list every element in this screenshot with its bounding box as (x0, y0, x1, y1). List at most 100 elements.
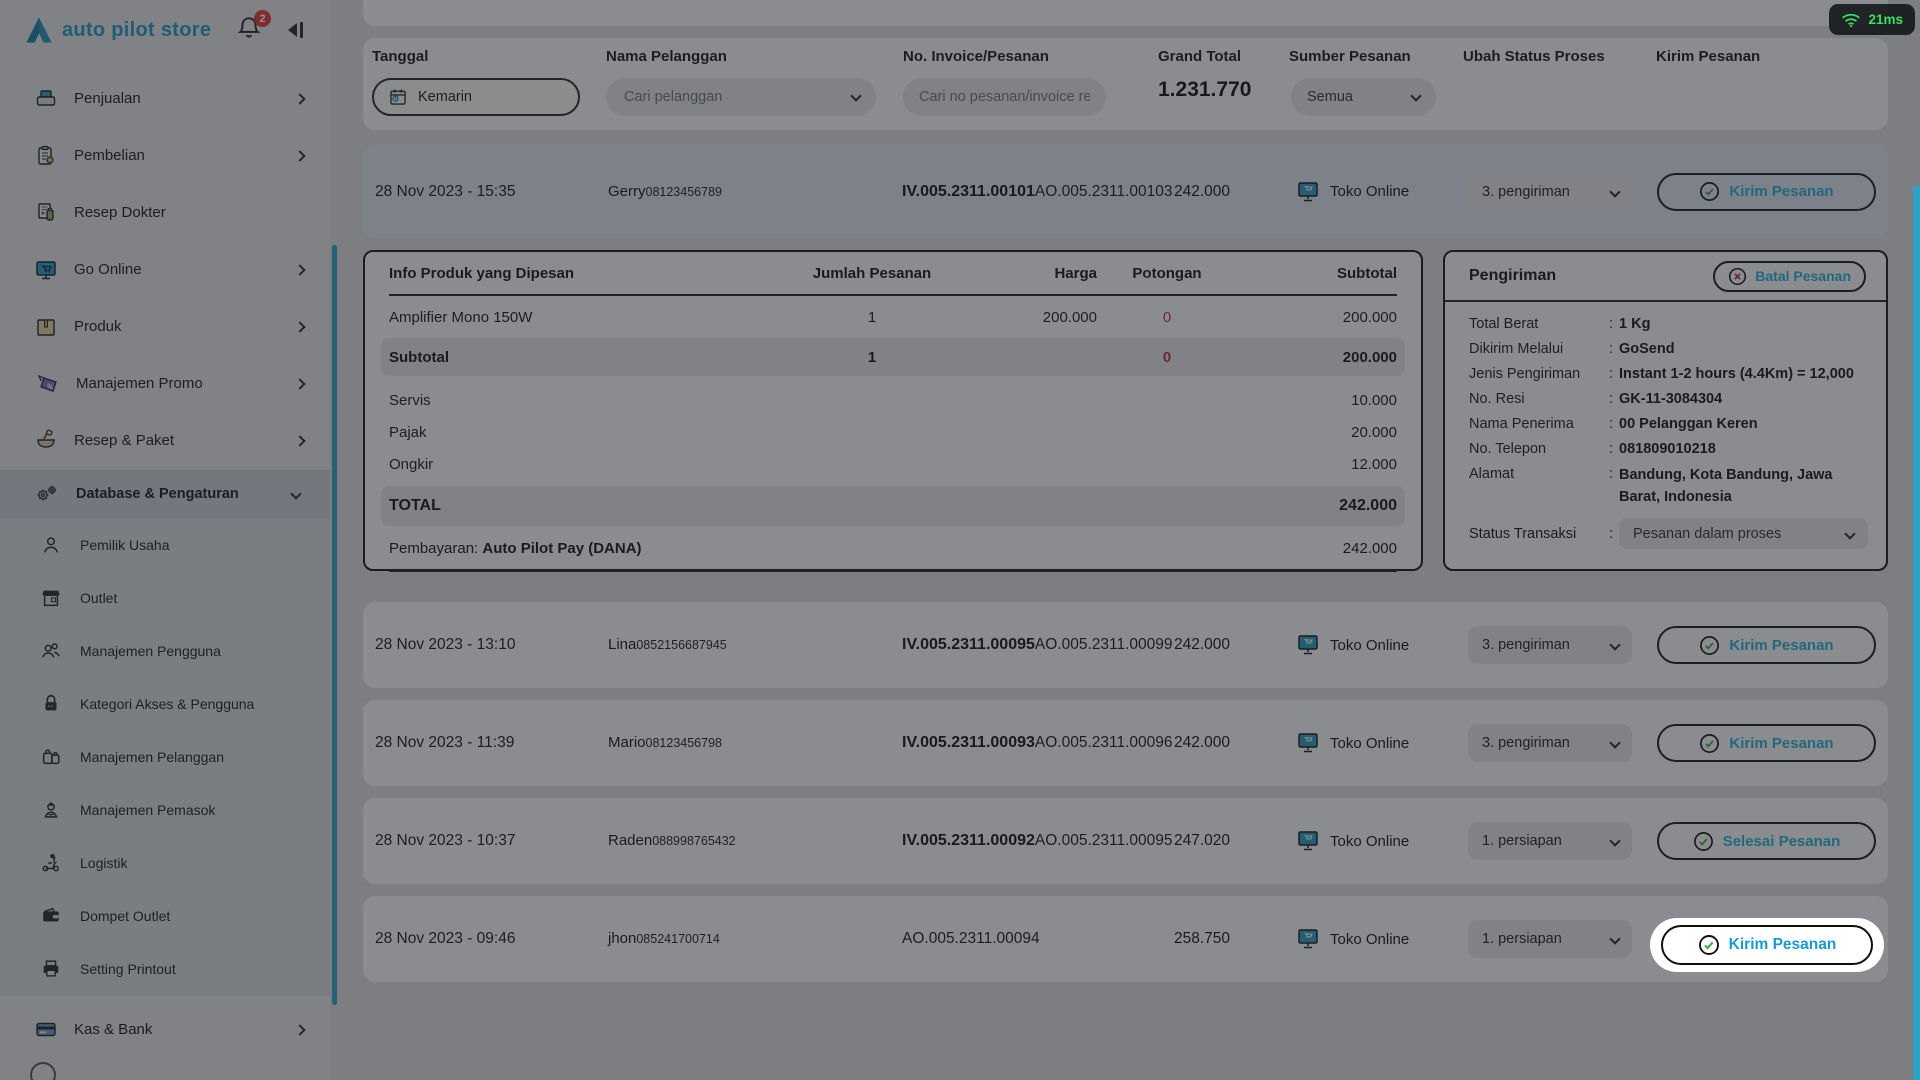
sidebar-item-resep-dokter[interactable]: Resep Dokter (0, 184, 330, 241)
process-status-dropdown[interactable]: 3. pengiriman (1468, 626, 1632, 664)
sidebar-item-logistik[interactable]: Logistik (0, 836, 330, 889)
highlight-ring: Kirim Pesanan (1650, 918, 1884, 972)
order-total: 242.000 (1132, 183, 1230, 201)
payment-row: Pembayaran: Auto Pilot Pay (DANA) 242.00… (389, 526, 1397, 572)
product-row: Amplifier Mono 150W 1 200.000 0 200.000 (389, 296, 1397, 338)
kirim-pesanan-button[interactable]: Kirim Pesanan (1657, 724, 1876, 762)
process-status-dropdown[interactable]: 3. pengiriman (1468, 724, 1632, 762)
kirim-pesanan-button[interactable]: Kirim Pesanan (1657, 626, 1876, 664)
shipping-field: Alamat:Bandung, Kota Bandung, Jawa Barat… (1469, 462, 1868, 508)
filter-label-tanggal: Tanggal (372, 48, 428, 65)
cash-register-icon (34, 87, 58, 111)
page-scrollbar[interactable] (1913, 186, 1920, 1080)
monitor-cart-icon (34, 258, 58, 282)
transaction-status-dropdown[interactable]: Pesanan dalam proses (1619, 518, 1868, 549)
batal-pesanan-button[interactable]: Batal Pesanan (1713, 261, 1866, 292)
people-icon (40, 640, 62, 662)
process-status-dropdown[interactable]: 1. persiapan (1468, 822, 1632, 860)
sidebar-item-produk[interactable]: Produk (0, 298, 330, 355)
order-row[interactable]: 28 Nov 2023 - 10:37 Raden088998765432 IV… (363, 798, 1888, 884)
process-status-dropdown[interactable]: 1. persiapan (1468, 920, 1632, 958)
customer-filter-dropdown[interactable]: Cari pelanggan (606, 78, 876, 116)
notifications-button[interactable]: 2 (236, 14, 270, 48)
toko-online-icon (1295, 927, 1321, 951)
sidebar-item-kas-bank[interactable]: Kas & Bank (0, 1003, 330, 1056)
source-filter-dropdown[interactable]: Semua (1291, 78, 1436, 116)
invoice-number: IV.005.2311.00101 (902, 183, 1035, 200)
sidebar-item-manajemen-pelanggan[interactable]: Manajemen Pelanggan (0, 730, 330, 783)
date-filter-input[interactable] (372, 78, 580, 116)
order-row[interactable]: 28 Nov 2023 - 13:10 Lina0852156687945 IV… (363, 602, 1888, 688)
process-status-dropdown[interactable]: 3. pengiriman (1468, 173, 1632, 211)
sidebar-item-go-online[interactable]: Go Online (0, 241, 330, 298)
app-title: auto pilot store (62, 19, 211, 42)
sidebar-item-manajemen-pemasok[interactable]: Manajemen Pemasok (0, 783, 330, 836)
storefront-icon (40, 587, 62, 609)
sidebar-scrollbar[interactable] (332, 245, 337, 1005)
chevron-down-icon (1410, 90, 1421, 101)
sidebar-item-penjualan[interactable]: Penjualan (0, 70, 330, 127)
chevron-right-icon (294, 150, 305, 161)
sidebar-item-pemilik-usaha[interactable]: Pemilik Usaha (0, 518, 330, 571)
order-detail-card: Info Produk yang Dipesan Jumlah Pesanan … (363, 250, 1423, 571)
sidebar-item-setting-printout[interactable]: Setting Printout (0, 942, 330, 995)
shipping-field: No. Telepon:081809010218 (1469, 437, 1868, 462)
clipboard-icon (34, 144, 58, 168)
customer-name: Gerry (608, 183, 646, 200)
toko-online-icon (1295, 180, 1321, 204)
bank-card-icon (34, 1018, 58, 1042)
subtotal-row: Subtotal 1 0 200.000 (381, 338, 1405, 376)
date-filter-value[interactable] (418, 89, 564, 105)
shipping-title: Pengiriman (1469, 267, 1556, 285)
filter-label-invoice: No. Invoice/Pesanan (903, 48, 1049, 65)
filter-label-sumber: Sumber Pesanan (1289, 48, 1411, 65)
sidebar-menu: Penjualan Pembelian Resep Dokter Go Onli… (0, 70, 330, 469)
sidebar-item-dompet-outlet[interactable]: Dompet Outlet (0, 889, 330, 942)
discount-tag-icon: % (34, 372, 60, 396)
chevron-right-icon (294, 1024, 305, 1035)
filter-label-ubah-status: Ubah Status Proses (1463, 48, 1605, 65)
chevron-right-icon (294, 321, 305, 332)
logo-icon (24, 15, 54, 45)
chevron-down-icon (1609, 933, 1620, 944)
sidebar-item-database-pengaturan[interactable]: Database & Pengaturan (0, 470, 330, 518)
kirim-pesanan-button-highlighted[interactable]: Kirim Pesanan (1661, 925, 1873, 965)
supplier-person-icon (40, 799, 62, 821)
chevron-down-icon (850, 90, 861, 101)
sidebar-item-resep-paket[interactable]: Resep & Paket (0, 412, 330, 469)
sidebar-item-pembelian[interactable]: Pembelian (0, 127, 330, 184)
check-circle-icon (1699, 635, 1720, 656)
calendar-icon (388, 87, 408, 107)
fee-row: Servis10.000 (389, 384, 1397, 416)
shipping-field: Total Berat:1 Kg (1469, 312, 1868, 337)
selesai-pesanan-button[interactable]: Selesai Pesanan (1657, 822, 1876, 860)
invoice-search-input[interactable] (903, 78, 1106, 116)
shopping-bags-icon (40, 746, 62, 768)
shipping-field: No. Resi:GK-11-3084304 (1469, 387, 1868, 412)
wallet-icon (40, 905, 62, 927)
sidebar-item-manajemen-promo[interactable]: % Manajemen Promo (0, 355, 330, 412)
chevron-right-icon (294, 93, 305, 104)
prescription-icon (34, 201, 58, 225)
sidebar-item-outlet[interactable]: Outlet (0, 571, 330, 624)
order-row[interactable]: 28 Nov 2023 - 15:35 Gerry08123456789 IV.… (363, 144, 1888, 239)
chevron-down-icon (1609, 737, 1620, 748)
detail-table-header: Info Produk yang Dipesan Jumlah Pesanan … (389, 252, 1397, 296)
cut-off-icon (30, 1062, 56, 1080)
order-source: Toko Online (1330, 183, 1409, 200)
chevron-right-icon (294, 378, 305, 389)
notification-badge: 2 (254, 10, 271, 27)
wifi-icon (1841, 12, 1861, 28)
sidebar: auto pilot store 2 Penjualan Pembelian R… (0, 0, 330, 1080)
sidebar-item-kategori-akses[interactable]: Kategori Akses & Pengguna (0, 677, 330, 730)
check-circle-icon (1699, 181, 1720, 202)
fee-row: Ongkir12.000 (389, 448, 1397, 480)
sidebar-item-manajemen-pengguna[interactable]: Manajemen Pengguna (0, 624, 330, 677)
kirim-pesanan-button[interactable]: Kirim Pesanan (1657, 173, 1876, 211)
shipping-field: Jenis Pengiriman:Instant 1-2 hours (4.4K… (1469, 362, 1868, 387)
transaction-status-row: Status Transaksi : Pesanan dalam proses (1469, 518, 1868, 549)
collapse-sidebar-button[interactable] (284, 18, 306, 42)
shipping-field: Dikirim Melalui:GoSend (1469, 337, 1868, 362)
latency-badge: 21ms (1829, 4, 1915, 35)
order-row[interactable]: 28 Nov 2023 - 11:39 Mario08123456798 IV.… (363, 700, 1888, 786)
